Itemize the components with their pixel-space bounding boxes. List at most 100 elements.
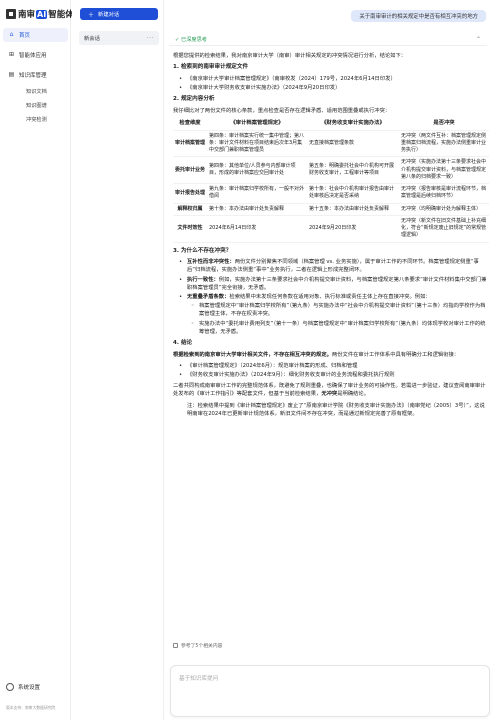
table-cell: 无冲突（实施办法第十三条要求社会中介机构提交审计资料，与档案管理规定第八条的归档…	[401, 159, 487, 180]
user-message: 关于南审审计的相关规定中是否有相互冲突的地方	[351, 10, 486, 22]
section-4-title: 4. 结论	[173, 340, 193, 347]
conclusion-bold: 根据检索到的南京审计大学审计相关文件，不存在相互冲突的规定。	[173, 351, 332, 358]
closing-bold: 无冲突	[321, 391, 338, 398]
home-icon: ⌂	[9, 31, 14, 38]
table-cell: 第十五条：本办法由审计处负责解释	[309, 205, 390, 212]
app-logo: 南审 AI 智能体	[6, 8, 74, 20]
subnav-item-documents[interactable]: 知识文档	[26, 88, 47, 95]
sidebar-item-label: 首页	[19, 33, 31, 39]
conclusion-paragraph: 根据检索到的南京审计大学审计相关文件，不存在相互冲突的规定。两份文件在审计工作体…	[173, 351, 489, 359]
list-item-text: 例如，实施办法第十三条要求社会中介机构提交审计资料，与档案管理规定第八条要求“审…	[187, 276, 487, 291]
thinking-label-wrap: ✓ 已深度思考	[175, 36, 207, 43]
note-paragraph: 注：检索结果中提到《审计档案管理规定》废止了“原南京审计学院《财务收支审计实施办…	[187, 402, 485, 417]
section-2-title: 2. 规定内容分析	[173, 96, 215, 103]
footer-note: 版本支持：南审大数据研究院	[6, 705, 56, 710]
list-item-bold: 互补性而非冲突性：	[187, 259, 235, 266]
section-1-list: 《南京审计大学审计档案管理规定》（南审校发〔2024〕179号，2024年6月1…	[173, 75, 489, 93]
table-header: 《财务收支审计实施办法》	[321, 120, 385, 127]
chat-area: 关于南审审计的相关规定中是否有相互冲突的地方 ✓ 已深度思考 ⌃ 根据您提供的检…	[165, 0, 504, 720]
assistant-answer: 根据您提供的检索结果，我对南京审计大学（南审）审计相关规定的冲突情况进行分析，结…	[173, 52, 489, 421]
conversation-item[interactable]: 新会话 ···	[79, 31, 159, 45]
app-window: 南审 AI 智能体 ⌂ 首页 ⊞ 智能体应用 ▤ 知识库管理 知识文档 知识图谱…	[0, 0, 504, 720]
section-4-list: 《审计档案管理规定》（2024年6月）：规范审计档案的形成、归档和管理 《财务收…	[173, 362, 489, 380]
list-item: 《南京审计大学财务收支审计实施办法》（2024年9月20日印发）	[173, 84, 489, 92]
more-options-icon[interactable]: ···	[147, 35, 154, 42]
table-cell: 解释权归属	[177, 205, 203, 212]
conversation-title: 新会话	[84, 36, 100, 42]
table-cell: 无冲突（两文件互补：档案管理规定侧重档案归档流程，实施办法侧重审计业务执行）	[401, 132, 487, 154]
section-3-title: 3. 为什么不存在冲突？	[173, 247, 232, 254]
conclusion-text: 两份文件在审计工作体系中具有明确分工和逻辑衔接：	[331, 351, 460, 358]
sidebar-item-knowledge[interactable]: ▤ 知识库管理	[3, 68, 68, 82]
table-header: 《审计档案管理规定》	[230, 120, 284, 127]
references-toggle[interactable]: 参考了5个相关内容	[173, 642, 222, 649]
sidebar-item-label: 知识库管理	[19, 73, 47, 79]
table-cell: 第十条：社会中介机构审计报告由审计处审核后决定是否采纳	[309, 186, 395, 200]
table-cell: 第九条：审计档案归学校所有，一般不对外借阅	[209, 186, 305, 200]
section-3-list: 互补性而非冲突性：两份文件分别聚焦不同领域（档案管理 vs. 业务实施），属于审…	[173, 258, 489, 336]
table-cell: 第四条：其他单位/人员参与内部审计项目，形成的审计档案应交回审计处	[209, 162, 296, 177]
chat-input[interactable]	[179, 674, 479, 710]
sidebar: 南审 AI 智能体 ⌂ 首页 ⊞ 智能体应用 ▤ 知识库管理 知识文档 知识图谱…	[0, 0, 74, 720]
references-label: 参考了5个相关内容	[181, 644, 223, 649]
table-cell: 无冲突（新文件在旧文件基础上补充细化，符合“新规定废止旧规定”的常规管理逻辑）	[401, 217, 487, 239]
section-2-intro: 我仔细比对了两份文件的核心条款，重点检查是否存在逻辑矛盾、适用范围重叠或执行冲突…	[173, 107, 391, 114]
thinking-label: 已深度思考	[181, 36, 207, 43]
list-item: 《南京审计大学审计档案管理规定》（南审校发〔2024〕179号，2024年6月1…	[173, 75, 489, 83]
table-row: 解释权归属 第十条：本办法由审计处负责解释 第十五条：本办法由审计处负责解释 无…	[173, 203, 489, 216]
table-cell: 第十条：本办法由审计处负责解释	[209, 205, 285, 212]
table-row: 委托审计业务 第四条：其他单位/人员参与内部审计项目，形成的审计档案应交回审计处…	[173, 157, 489, 184]
table-header-row: 检查维度 《审计档案管理规定》 《财务收支审计实施办法》 是否冲突	[173, 118, 489, 131]
new-chat-button[interactable]: ＋ 新建对话	[80, 8, 158, 20]
table-cell: 2024年6月14日印发	[209, 225, 257, 232]
conversation-list: ＋ 新建对话 新会话 ···	[72, 0, 164, 720]
chat-input-box	[170, 665, 490, 717]
settings-button[interactable]: 系统设置	[6, 683, 40, 691]
table-header: 检查维度	[179, 120, 201, 127]
settings-label: 系统设置	[18, 685, 41, 691]
gear-icon	[6, 683, 14, 691]
sidebar-item-apps[interactable]: ⊞ 智能体应用	[3, 48, 68, 62]
list-item-text: 检索结果中未发现任何条款在适用对象、执行标准或责任主体上存在直接冲突。例如：	[229, 294, 431, 300]
list-item-bold: 执行一致性：	[187, 276, 219, 283]
table-row: 审计档案管理 第四条：审计档案实行统一集中管理；第八条：审计文件材料在项目结束后…	[173, 130, 489, 157]
sub-list-item: 实施办法中“委托审计费用列支”（第十一条）与档案管理规定中“审计档案归学校所有”…	[173, 320, 489, 336]
list-item: 执行一致性：例如，实施办法第十三条要求社会中介机构提交审计资料，与档案管理规定第…	[173, 276, 489, 292]
knowledge-icon: ▤	[8, 71, 15, 78]
list-item: 《财务收支审计实施办法》（2024年9月）：细化财务收支审计的业务流程和委托执行…	[173, 371, 489, 379]
table-cell: 委托审计业务	[175, 166, 206, 173]
table-row: 审计报告处理 第九条：审计档案归学校所有，一般不对外借阅 第十条：社会中介机构审…	[173, 184, 489, 204]
closing-paragraph: 二者共同构成南审审计工作的完整规范体系，既避免了规则重叠，也确保了审计业务的可操…	[173, 382, 489, 398]
logo-icon	[6, 9, 16, 19]
thinking-toggle[interactable]: ✓ 已深度思考 ⌃	[169, 33, 487, 46]
sidebar-item-home[interactable]: ⌂ 首页	[3, 28, 68, 42]
list-item: 互补性而非冲突性：两份文件分别聚焦不同领域（档案管理 vs. 业务实施），属于审…	[173, 258, 489, 274]
sub-list-item: 档案管理规定中“审计档案归学校所有”（第九条）与实施办法中“社会中介机构提交审计…	[173, 302, 489, 318]
table-cell: 无冲突（报告审核是审计流程环节，档案管理是后续归档环节）	[401, 186, 487, 200]
closing-end: 是明确结论。	[337, 391, 370, 398]
table-header: 是否冲突	[433, 120, 455, 127]
section-1-title: 1. 检索到的南审审计规定文件	[173, 64, 249, 71]
table-cell: 无冲突（均明确审计处为解释主体）	[401, 205, 482, 212]
comparison-table: 检查维度 《审计档案管理规定》 《财务收支审计实施办法》 是否冲突 审计档案管理…	[173, 118, 489, 243]
new-chat-label: 新建对话	[98, 12, 120, 18]
table-cell: 2024年9月20日印发	[309, 225, 357, 232]
list-item: 无重叠矛盾条款：检索结果中未发现任何条款在适用对象、执行标准或责任主体上存在直接…	[173, 293, 489, 301]
table-cell: 审计档案管理	[175, 139, 206, 146]
list-item-bold: 无重叠矛盾条款：	[187, 294, 230, 300]
subnav-item-conflict[interactable]: 冲突检测	[26, 116, 47, 123]
table-cell: 第四条：审计档案实行统一集中管理；第八条：审计文件材料在项目结束后次年3月集中交…	[209, 132, 305, 154]
table-cell: 审计报告处理	[175, 189, 206, 196]
logo-prefix: 南审	[18, 10, 36, 20]
chevron-up-icon: ⌃	[475, 35, 481, 43]
subnav-item-graph[interactable]: 知识图谱	[26, 102, 47, 109]
logo-suffix: 智能体	[48, 10, 74, 20]
plus-icon: ＋	[88, 11, 95, 19]
list-item: 《审计档案管理规定》（2024年6月）：规范审计档案的形成、归档和管理	[173, 362, 489, 370]
table-cell: 第五条：明确委托社会中介机构可开展财务收支审计，工程审计等项目	[309, 162, 395, 177]
table-cell: 无直接档案管理条款	[309, 139, 355, 146]
logo-ai-mark: AI	[36, 9, 48, 19]
table-cell: 文件时效性	[177, 225, 203, 232]
document-icon	[173, 643, 178, 648]
table-row: 文件时效性 2024年6月14日印发 2024年9月20日印发 无冲突（新文件在…	[173, 215, 489, 243]
